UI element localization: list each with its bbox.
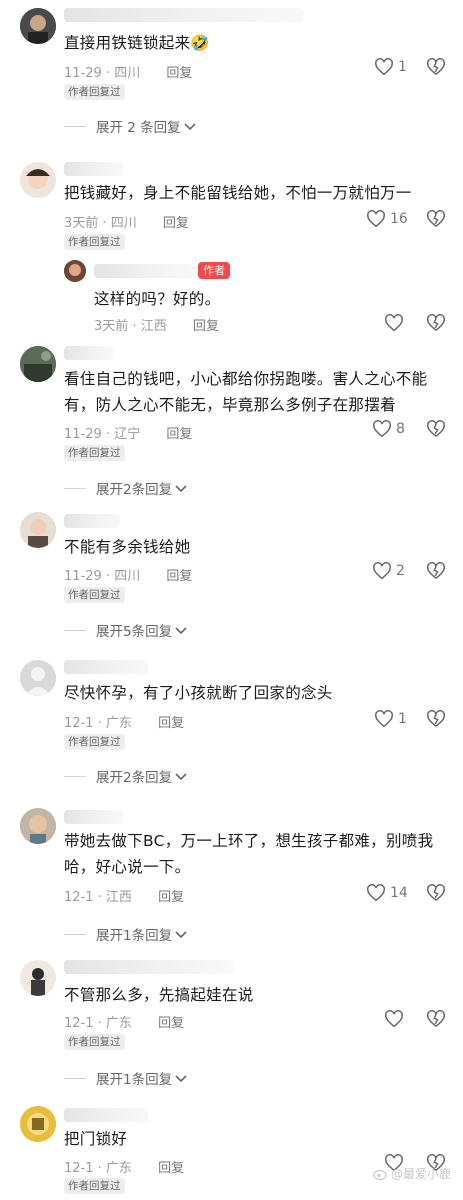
like-button[interactable]: 2: [372, 562, 405, 580]
avatar[interactable]: [20, 8, 56, 44]
reply-button[interactable]: 回复: [193, 319, 219, 334]
heart-icon: [375, 58, 393, 76]
username-blurred[interactable]: [64, 346, 114, 360]
broken-heart-icon[interactable]: [426, 420, 446, 438]
chevron-down-icon: [175, 1075, 187, 1083]
avatar[interactable]: [20, 960, 56, 996]
avatar[interactable]: [20, 660, 56, 696]
username-blurred[interactable]: [64, 162, 124, 176]
avatar[interactable]: [20, 1106, 56, 1142]
username-blurred[interactable]: [64, 8, 304, 22]
comment-text: 尽快怀孕，有了小孩就断了回家的念头: [64, 684, 333, 702]
username-blurred[interactable]: [64, 810, 124, 824]
broken-heart-icon[interactable]: [426, 58, 446, 76]
heart-icon: [373, 420, 391, 438]
broken-heart-icon[interactable]: [426, 1010, 446, 1028]
author-badge: 作者: [198, 262, 230, 279]
reply-button[interactable]: 回复: [163, 216, 189, 231]
expand-replies[interactable]: 展开1条回复: [64, 1068, 187, 1088]
broken-heart-icon[interactable]: [426, 562, 446, 580]
author-replied-tag: 作者回复过: [64, 234, 125, 250]
chevron-down-icon: [175, 485, 187, 493]
weibo-icon: [373, 1169, 387, 1180]
author-replied-tag: 作者回复过: [64, 734, 125, 750]
expand-replies[interactable]: 展开2条回复: [64, 766, 187, 786]
like-count: 2: [396, 563, 405, 579]
chevron-down-icon: [175, 627, 187, 635]
avatar[interactable]: [20, 808, 56, 844]
expand-replies[interactable]: 展开1条回复: [64, 924, 187, 944]
comment-text: 把门锁好: [64, 1130, 128, 1148]
reply-text: 这样的吗？好的。: [94, 290, 221, 308]
comment-text: 直接用铁链锁起来🤣: [64, 34, 210, 52]
reply-meta: 3天前 · 江西 回复: [94, 319, 219, 334]
broken-heart-icon[interactable]: [426, 884, 446, 902]
avatar[interactable]: [20, 346, 56, 382]
reply-avatar[interactable]: [64, 260, 86, 282]
author-replied-tag: 作者回复过: [64, 445, 125, 461]
like-button[interactable]: 14: [366, 884, 408, 902]
username-blurred[interactable]: [64, 960, 234, 974]
comment-text: 看住自己的钱吧，小心都给你拐跑喽。害人之心不能 有，防人之心不能无，毕竟那么多例…: [64, 370, 428, 414]
comment-meta: 3天前 · 四川 回复: [64, 216, 189, 231]
comment-text: 不能有多余钱给她: [64, 538, 191, 556]
comment-meta: 12-1 · 广东 回复: [64, 1016, 185, 1031]
like-button[interactable]: 16: [366, 210, 408, 228]
heart-icon: [373, 562, 391, 580]
like-count: 16: [390, 211, 408, 227]
username-blurred[interactable]: [64, 1108, 148, 1122]
weibo-watermark: @最爱小鹿: [373, 1165, 451, 1182]
reply-button[interactable]: 回复: [158, 1016, 184, 1031]
avatar[interactable]: [20, 512, 56, 548]
like-count: 14: [390, 885, 408, 901]
like-count: 1: [398, 59, 407, 75]
author-replied-tag: 作者回复过: [64, 84, 125, 100]
comment-meta: 12-1 · 广东 回复: [64, 1161, 185, 1176]
reply-button[interactable]: 回复: [158, 1161, 184, 1176]
comment-text: 把钱藏好，身上不能留钱给她，不怕一万就怕万一: [64, 184, 412, 202]
reply-button[interactable]: 回复: [158, 716, 184, 731]
expand-replies[interactable]: 展开 2 条回复: [64, 116, 196, 136]
like-count: 1: [398, 711, 407, 727]
like-count: 8: [396, 421, 405, 437]
chevron-down-icon: [184, 123, 196, 131]
heart-icon: [367, 210, 385, 228]
chevron-down-icon: [175, 773, 187, 781]
reply-button[interactable]: 回复: [166, 427, 192, 442]
username-blurred[interactable]: [64, 660, 148, 674]
like-button[interactable]: 8: [372, 420, 405, 438]
broken-heart-icon[interactable]: [426, 314, 446, 332]
heart-icon: [367, 884, 385, 902]
broken-heart-icon[interactable]: [426, 210, 446, 228]
author-replied-tag: 作者回复过: [64, 1034, 125, 1050]
reply-username-blurred[interactable]: [94, 264, 194, 278]
comment-meta: 11-29 · 四川 回复: [64, 569, 193, 584]
comment-meta: 12-1 · 广东 回复: [64, 716, 185, 731]
heart-icon: [375, 710, 393, 728]
comment-text: 带她去做下BC，万一上环了，想生孩子都难，别喷我 哈，好心说一下。: [64, 832, 434, 876]
avatar[interactable]: [20, 162, 56, 198]
like-button[interactable]: 1: [374, 58, 407, 76]
like-button[interactable]: 1: [374, 710, 407, 728]
expand-replies[interactable]: 展开5条回复: [64, 620, 187, 640]
reply-button[interactable]: 回复: [166, 66, 192, 81]
comment-meta: 12-1 · 江西 回复: [64, 890, 185, 905]
reply-button[interactable]: 回复: [158, 890, 184, 905]
expand-replies[interactable]: 展开2条回复: [64, 478, 187, 498]
reply-button[interactable]: 回复: [166, 569, 192, 584]
author-replied-tag: 作者回复过: [64, 587, 125, 603]
comment-meta: 11-29 · 四川 回复: [64, 66, 193, 81]
comment-meta: 11-29 · 辽宁 回复: [64, 427, 193, 442]
broken-heart-icon[interactable]: [426, 710, 446, 728]
chevron-down-icon: [175, 931, 187, 939]
comment-text: 不管那么多，先搞起娃在说: [64, 986, 254, 1004]
heart-icon[interactable]: [384, 1010, 404, 1028]
heart-icon[interactable]: [384, 314, 404, 332]
author-replied-tag: 作者回复过: [64, 1178, 125, 1194]
username-blurred[interactable]: [64, 514, 120, 528]
